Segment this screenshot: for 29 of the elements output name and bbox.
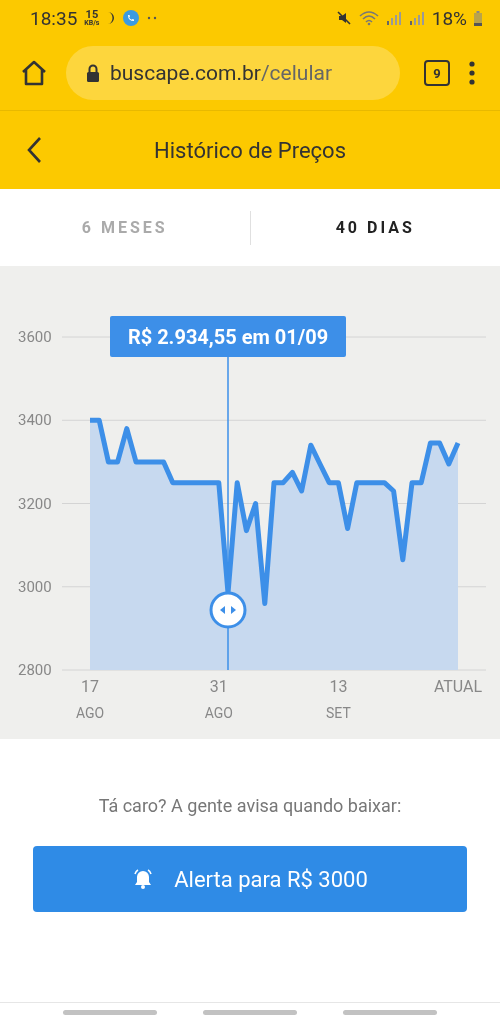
battery-level: 18%	[431, 6, 467, 30]
drag-handle[interactable]	[209, 591, 247, 629]
y-axis-label: 3600	[18, 328, 52, 346]
y-axis-label: 3200	[18, 494, 52, 513]
home-icon[interactable]	[20, 59, 48, 87]
price-alert-button[interactable]: Alerta para R$ 3000	[33, 846, 467, 912]
tab-count-button[interactable]: 9	[424, 60, 450, 86]
battery-icon	[474, 10, 482, 26]
speed-value: 15	[85, 9, 99, 20]
address-bar[interactable]: buscape.com.br/celular	[66, 46, 400, 100]
status-time: 18:35	[30, 6, 78, 30]
bell-icon	[132, 868, 155, 890]
url-text: buscape.com.br/celular	[110, 61, 333, 85]
alert-prompt: Tá caro? A gente avisa quando baixar:	[98, 795, 402, 816]
y-axis-label: 2800	[18, 661, 52, 679]
back-icon[interactable]	[26, 136, 42, 164]
phone-icon	[123, 10, 140, 26]
signal-icon	[408, 11, 425, 25]
menu-icon[interactable]	[468, 60, 476, 86]
wifi-icon	[358, 10, 379, 26]
mute-icon	[335, 10, 352, 26]
signal-icon	[385, 11, 402, 25]
page-title: Histórico de Preços	[154, 137, 346, 163]
y-axis-label: 3000	[18, 577, 52, 596]
y-axis-label: 3400	[18, 411, 52, 430]
period-tab[interactable]: 40 DIAS	[250, 208, 500, 247]
lock-icon	[86, 64, 100, 82]
x-axis-label: ATUAL	[433, 678, 483, 696]
price-tooltip: R$ 2.934,55 em 01/09	[110, 316, 346, 357]
